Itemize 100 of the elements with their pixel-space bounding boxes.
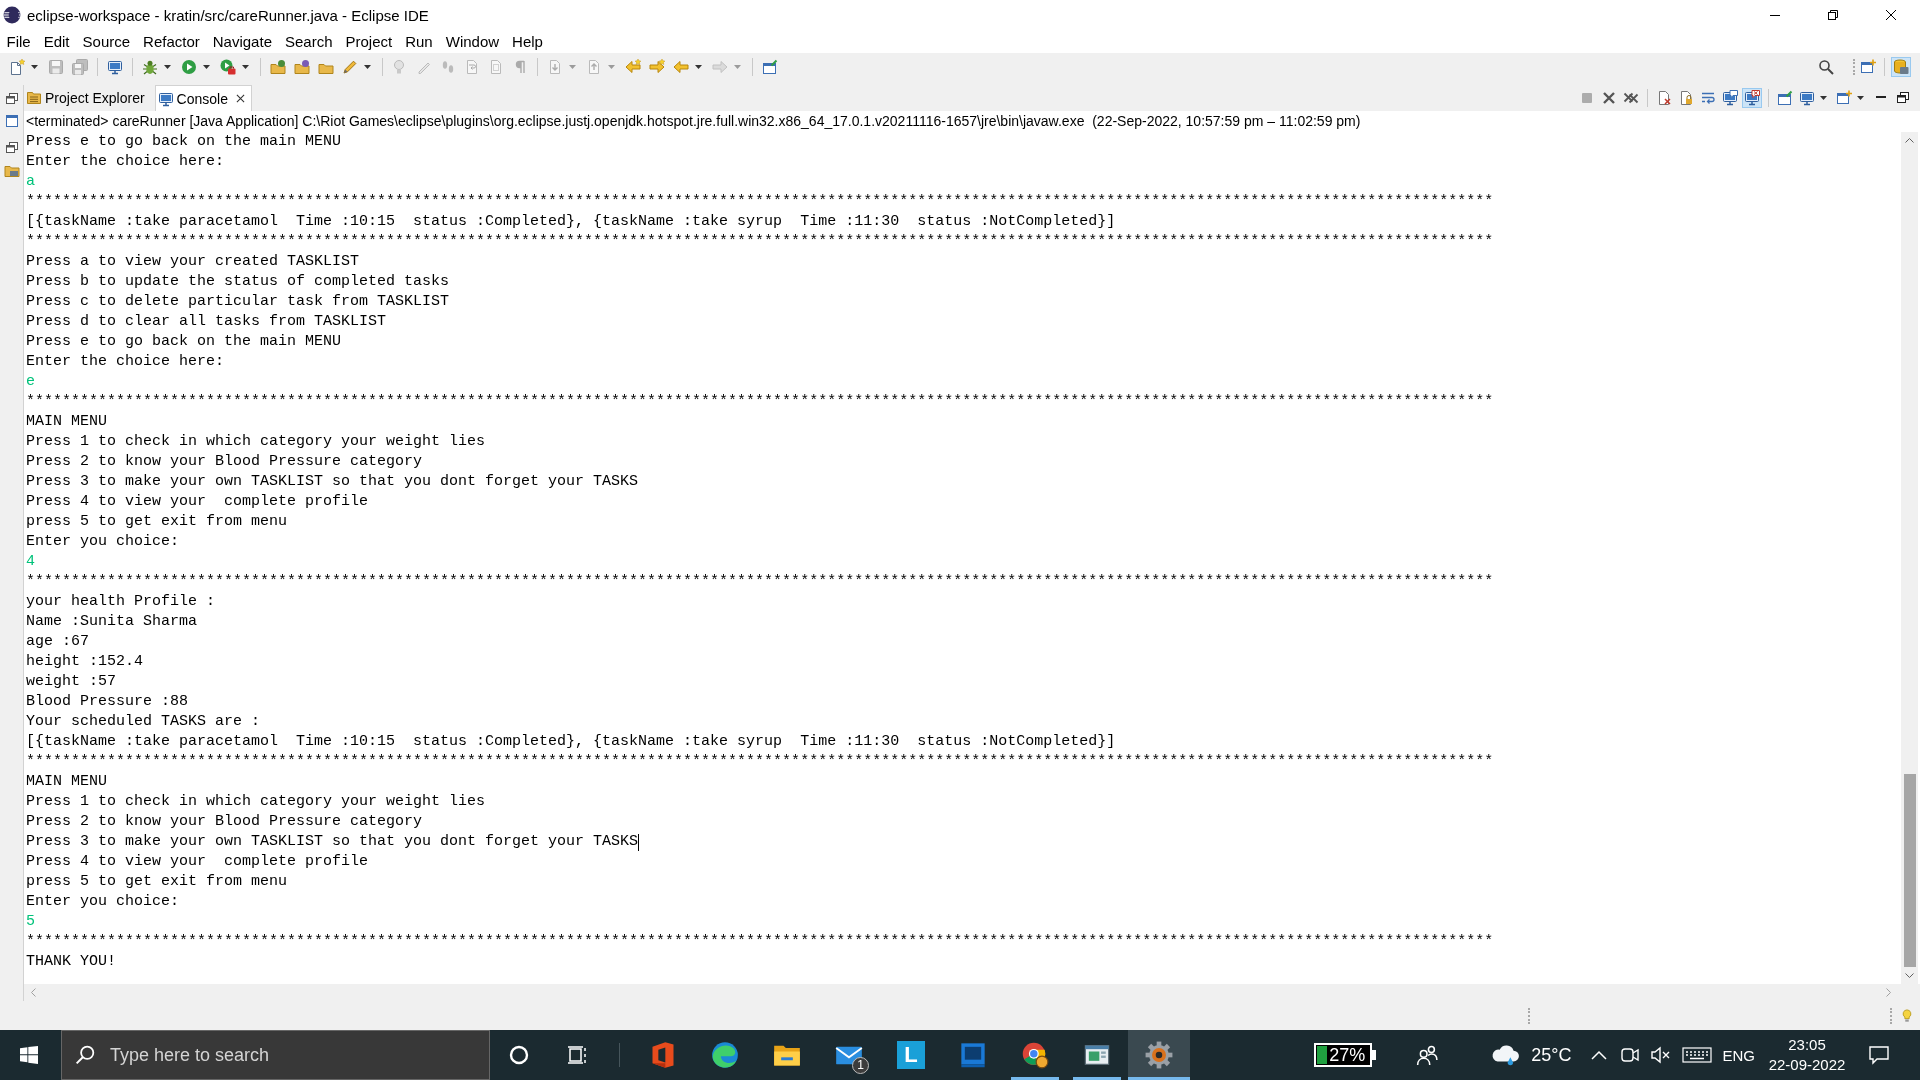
console-line: Press 3 to make your own TASKLIST so that you dont forget your TASKS bbox=[26, 832, 639, 852]
menu-item[interactable]: Search bbox=[278, 33, 339, 50]
pencil-icon[interactable] bbox=[342, 59, 358, 75]
play-icon[interactable] bbox=[181, 59, 197, 75]
monitor-icon bbox=[157, 90, 174, 107]
console-line: Enter the choice here: bbox=[26, 152, 225, 172]
cross-icon[interactable] bbox=[1601, 90, 1617, 106]
dropdown-caret-icon[interactable] bbox=[1820, 96, 1827, 100]
people-icon[interactable] bbox=[1416, 1044, 1439, 1066]
dropdown-caret-icon[interactable] bbox=[203, 65, 210, 69]
dropdown-caret-icon[interactable] bbox=[364, 65, 371, 69]
menu-item[interactable]: Run bbox=[398, 33, 440, 50]
window-plus-icon[interactable] bbox=[1836, 90, 1852, 106]
dropdown-caret-icon[interactable] bbox=[164, 65, 171, 69]
menu-item[interactable]: File bbox=[0, 33, 38, 50]
folder-icon[interactable] bbox=[294, 59, 310, 75]
camera-icon[interactable] bbox=[1620, 1045, 1641, 1065]
menu-item[interactable]: Refactor bbox=[136, 33, 207, 50]
console-input-text: e bbox=[26, 372, 35, 392]
menu-item[interactable]: Navigate bbox=[206, 33, 279, 50]
taskbar-app-button[interactable]: 1 bbox=[818, 1030, 880, 1080]
language-indicator[interactable]: ENG bbox=[1722, 1046, 1755, 1064]
document-lock-icon[interactable] bbox=[1678, 90, 1694, 106]
app-logo-icon bbox=[3, 6, 21, 24]
console-line: Press c to delete particular task from TASKLIST bbox=[26, 292, 450, 312]
console-line: Press a to view your created TASKLIST bbox=[26, 252, 360, 272]
new-file-icon[interactable] bbox=[9, 59, 25, 75]
dropdown-caret-icon[interactable] bbox=[695, 65, 702, 69]
search-field[interactable]: Type here to search bbox=[61, 1030, 490, 1080]
circle-icon[interactable] bbox=[509, 1045, 529, 1065]
menu-item[interactable]: Edit bbox=[37, 33, 77, 50]
pinned-window-icon[interactable] bbox=[1777, 90, 1793, 106]
window-pin-icon[interactable] bbox=[762, 59, 778, 75]
speaker-muted-icon[interactable] bbox=[1650, 1045, 1671, 1065]
console-line: Press 2 to know your Blood Pressure category bbox=[26, 812, 423, 832]
menu-item[interactable]: Project bbox=[339, 33, 399, 50]
left-arrow-star-icon[interactable] bbox=[625, 59, 641, 75]
console-line: THANK YOU! bbox=[26, 952, 116, 972]
start-icon[interactable] bbox=[20, 1046, 38, 1064]
notification-icon[interactable] bbox=[1868, 1044, 1890, 1066]
console-line: ******************************************************************************************************************************************************************* bbox=[26, 752, 1494, 772]
double-cross-icon[interactable] bbox=[1623, 90, 1639, 106]
console-line: Enter you choice: bbox=[26, 892, 180, 912]
restore-icon[interactable] bbox=[3, 140, 20, 156]
panel-icon[interactable] bbox=[3, 113, 20, 129]
close-icon bbox=[1886, 10, 1896, 20]
monitor-icon[interactable] bbox=[107, 59, 123, 75]
console-line: ******************************************************************************************************************************************************************* bbox=[26, 932, 1494, 952]
console-line: Press 4 to view your complete profile bbox=[26, 492, 369, 512]
search-icon bbox=[75, 1045, 95, 1065]
keyboard-icon[interactable] bbox=[1682, 1044, 1713, 1066]
console-line: Press 2 to know your Blood Pressure category bbox=[26, 452, 423, 472]
dropdown-caret-icon[interactable] bbox=[31, 65, 38, 69]
weather-temperature[interactable]: 25°C bbox=[1531, 1044, 1572, 1066]
clock-time[interactable]: 23:05 bbox=[1788, 1035, 1826, 1055]
restore-icon bbox=[1828, 10, 1838, 20]
console-line: Enter you choice: bbox=[26, 532, 180, 552]
console-input-text: a bbox=[26, 172, 35, 192]
bug-icon[interactable] bbox=[142, 59, 158, 75]
task-view-icon[interactable] bbox=[567, 1045, 587, 1065]
menu-item[interactable]: Window bbox=[439, 33, 506, 50]
window-plus-icon[interactable] bbox=[1860, 59, 1876, 75]
wrap-lines-icon[interactable] bbox=[1700, 90, 1716, 106]
message-monitor-icon[interactable] bbox=[1722, 90, 1738, 106]
menu-item[interactable]: Help bbox=[505, 33, 550, 50]
console-line: MAIN MENU bbox=[26, 772, 107, 792]
console-line: Press b to update the status of completed tasks bbox=[26, 272, 450, 292]
search-icon[interactable] bbox=[1818, 59, 1834, 75]
console-line: height :152.4 bbox=[26, 652, 144, 672]
menu-item[interactable]: Source bbox=[76, 33, 137, 50]
console-line: Press 1 to check in which category your weight lies bbox=[26, 792, 486, 812]
console-line: ******************************************************************************************************************************************************************* bbox=[26, 392, 1494, 412]
restore-icon[interactable] bbox=[3, 91, 20, 107]
database-icon[interactable] bbox=[1891, 57, 1911, 77]
window-title: eclipse-workspace - kratin/src/careRunner.java - Eclipse IDE bbox=[27, 6, 429, 24]
alert-monitor-icon[interactable] bbox=[1742, 88, 1762, 108]
play-toolbox-icon[interactable] bbox=[220, 59, 236, 75]
console-input-text: 5 bbox=[26, 912, 35, 932]
console-line: ******************************************************************************************************************************************************************* bbox=[26, 572, 1494, 592]
notification-badge: 1 bbox=[852, 1057, 869, 1074]
console-line: Press e to go back on the main MENU bbox=[26, 132, 342, 152]
vertical-scrollbar[interactable] bbox=[1901, 132, 1918, 984]
close-icon[interactable] bbox=[235, 94, 245, 103]
dropdown-caret-icon[interactable] bbox=[1857, 96, 1864, 100]
dropdown-caret-icon[interactable] bbox=[242, 65, 249, 69]
maximize-icon[interactable] bbox=[1895, 90, 1911, 106]
console-line: Press 3 to make your own TASKLIST so that you dont forget your TASKS bbox=[26, 472, 639, 492]
cloud-rain-icon[interactable] bbox=[1490, 1042, 1521, 1068]
document-cross-icon[interactable] bbox=[1656, 90, 1672, 106]
console-line: [{taskName :take paracetamol Time :10:15 status :Completed}, {taskName :take syrup Time :11:30 status :NotCompleted}] bbox=[26, 732, 1116, 752]
scrollbar-thumb[interactable] bbox=[1903, 774, 1916, 967]
view-tab[interactable]: Project Explorer bbox=[24, 85, 151, 111]
clock-date[interactable]: 22-09-2022 bbox=[1768, 1055, 1846, 1075]
folder-list-icon bbox=[26, 90, 42, 106]
console-line: Name :Sunita Sharma bbox=[26, 612, 198, 632]
view-tab[interactable]: Console bbox=[154, 85, 252, 111]
monitor-icon[interactable] bbox=[1799, 90, 1815, 106]
folder-icon[interactable] bbox=[270, 59, 286, 75]
right-arrow-star-icon[interactable] bbox=[649, 59, 665, 75]
chevron-up-icon[interactable] bbox=[1590, 1048, 1609, 1062]
